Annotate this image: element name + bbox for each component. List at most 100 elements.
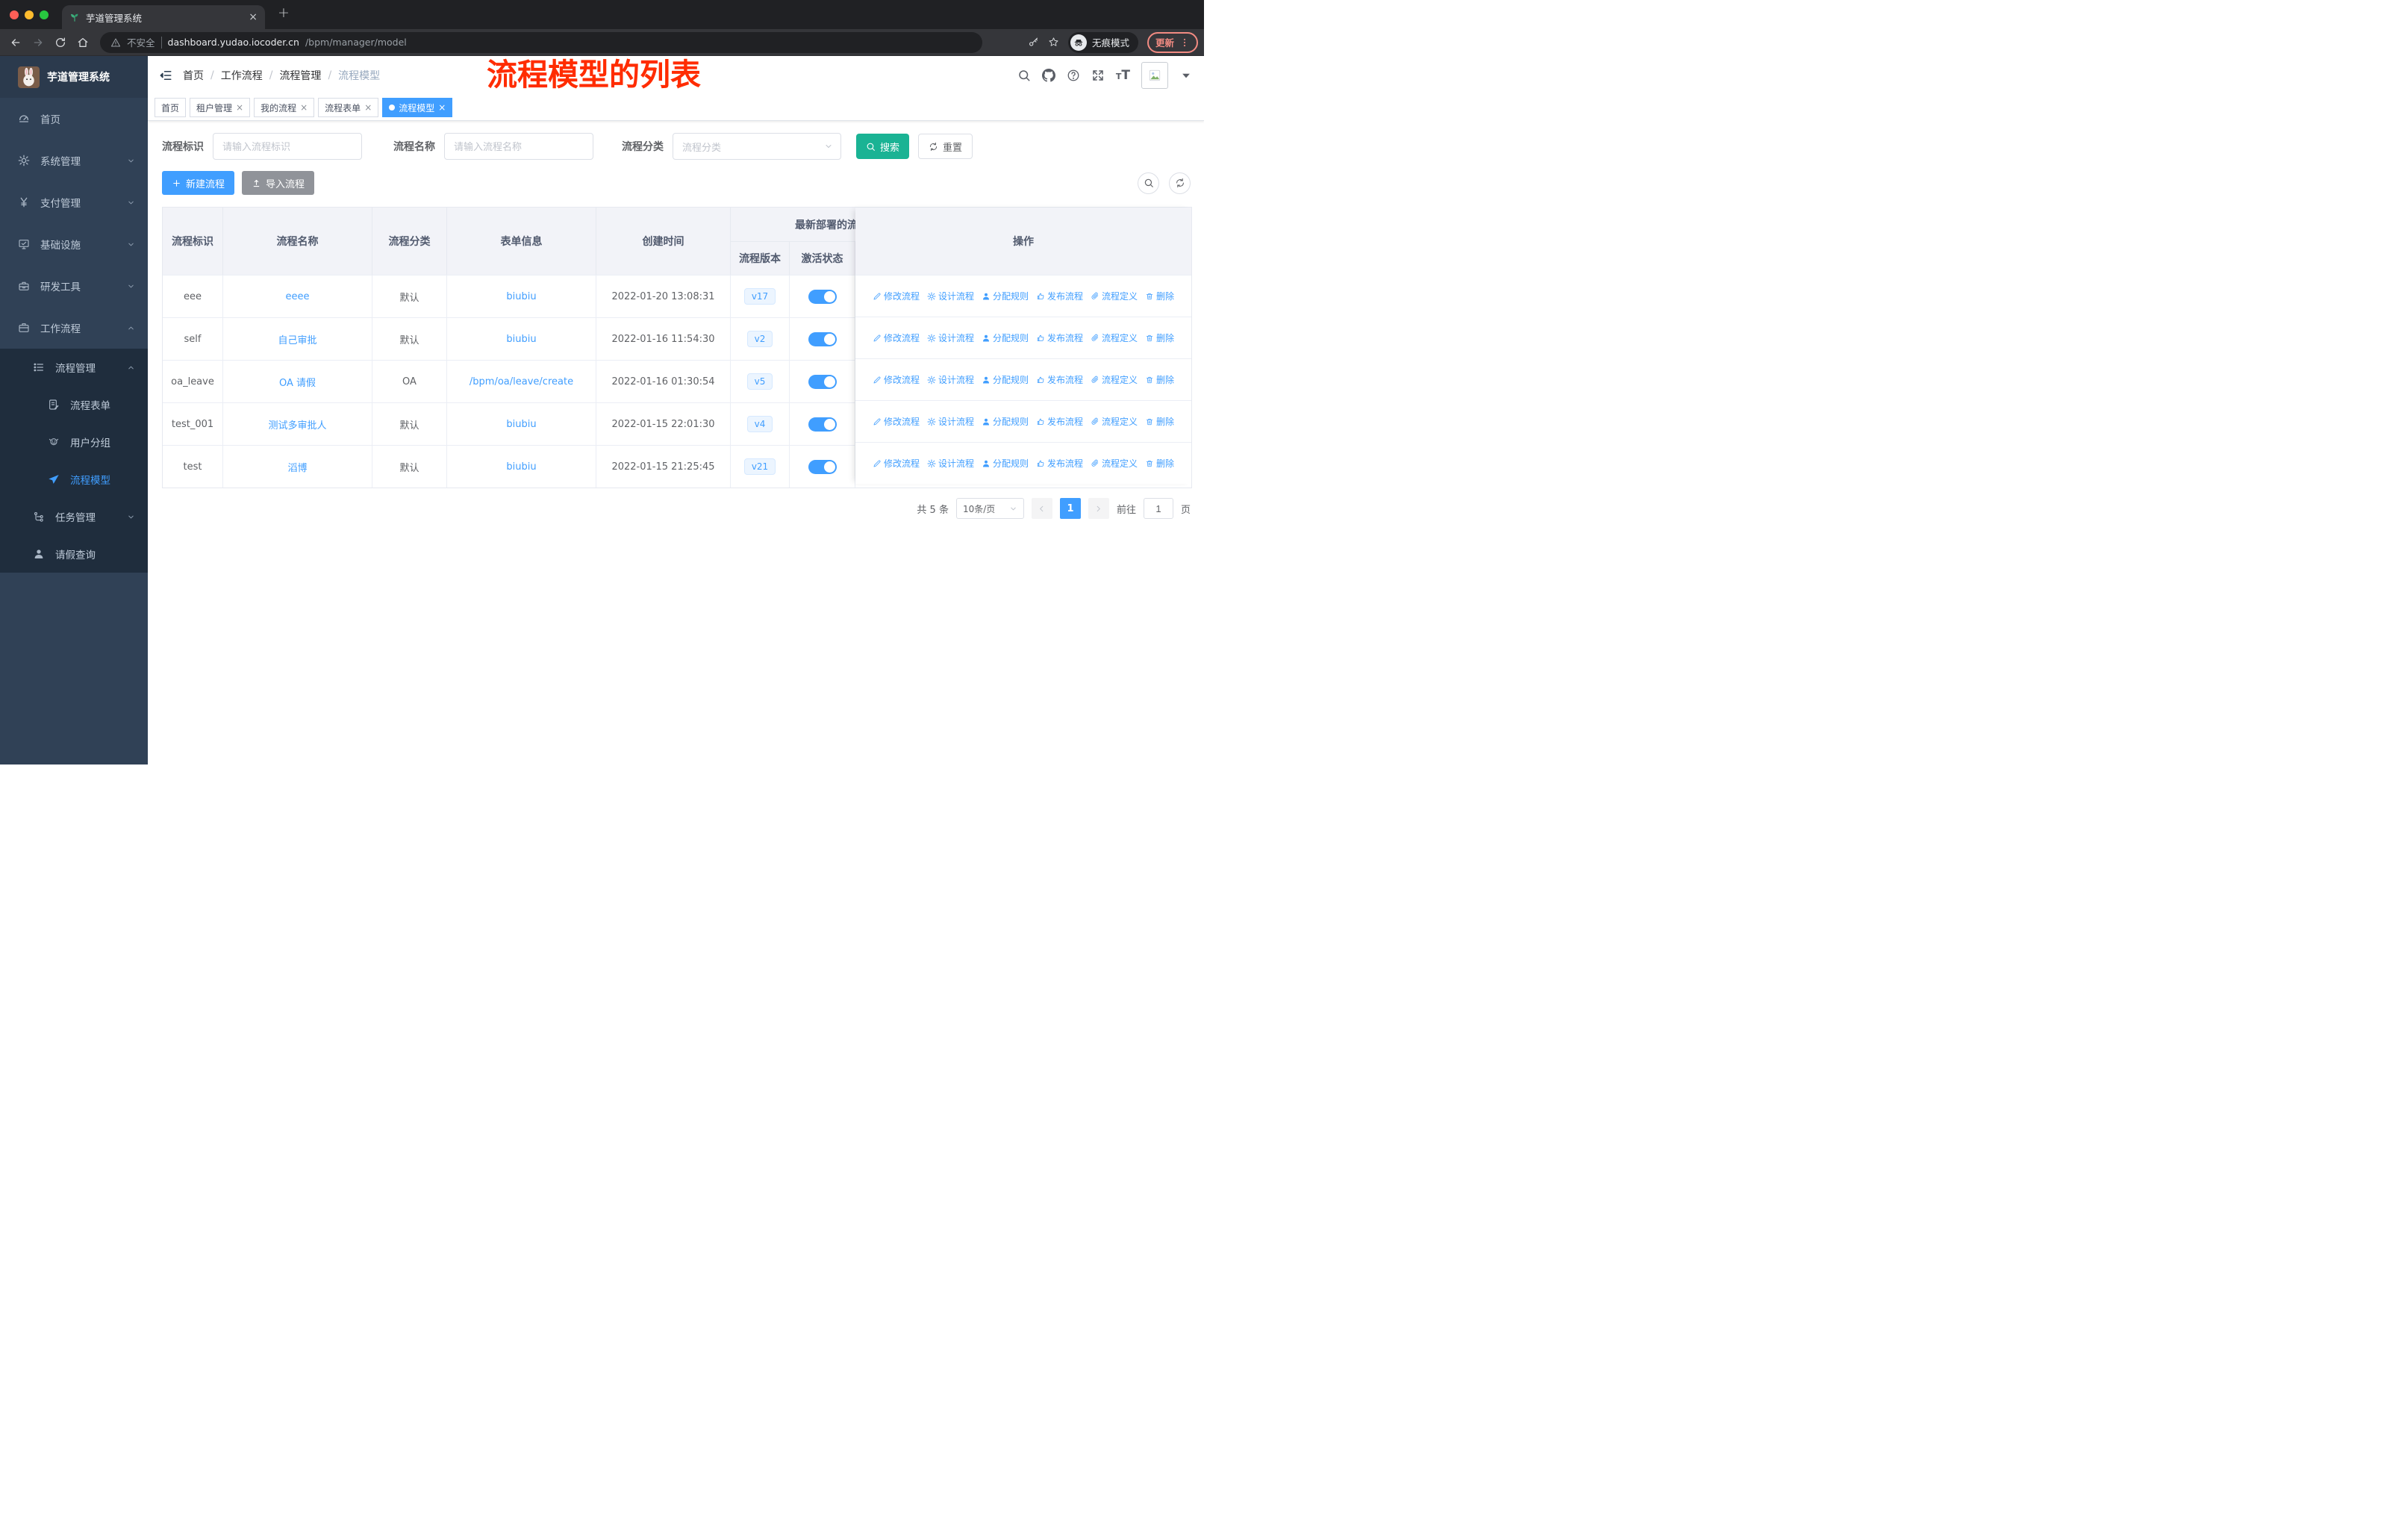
tag-close-icon[interactable]: ×	[438, 103, 446, 112]
row-action-design[interactable]: 设计流程	[927, 373, 974, 386]
process-name-link[interactable]: 自己审批	[278, 332, 316, 346]
row-action-design[interactable]: 设计流程	[927, 290, 974, 302]
refresh-table-button[interactable]	[1169, 172, 1191, 194]
row-action-definition[interactable]: 流程定义	[1091, 373, 1138, 386]
next-page-button[interactable]	[1088, 498, 1109, 519]
row-action-assign[interactable]: 分配规则	[982, 331, 1029, 344]
form-link[interactable]: biubiu	[506, 461, 536, 473]
back-icon[interactable]	[6, 33, 25, 52]
tag-home[interactable]: 首页	[155, 98, 187, 117]
form-link[interactable]: biubiu	[506, 291, 536, 302]
address-bar[interactable]: 不安全 dashboard.yudao.iocoder.cn/bpm/manag…	[100, 31, 982, 53]
tag-my-process[interactable]: 我的流程 ×	[254, 98, 315, 117]
goto-page-input[interactable]	[1143, 498, 1173, 519]
row-action-deploy[interactable]: 发布流程	[1036, 415, 1083, 428]
form-link[interactable]: biubiu	[506, 334, 536, 345]
tag-close-icon[interactable]: ×	[300, 103, 308, 112]
row-action-assign[interactable]: 分配规则	[982, 415, 1029, 428]
tag-close-icon[interactable]: ×	[236, 103, 243, 112]
row-action-delete[interactable]: 删除	[1145, 415, 1174, 428]
row-action-deploy[interactable]: 发布流程	[1036, 373, 1083, 386]
process-name-link[interactable]: eeee	[286, 291, 310, 302]
row-action-definition[interactable]: 流程定义	[1091, 331, 1138, 344]
row-action-definition[interactable]: 流程定义	[1091, 415, 1138, 428]
sidebar-item-home[interactable]: 首页	[0, 98, 148, 140]
row-action-assign[interactable]: 分配规则	[982, 290, 1029, 302]
chrome-update-button[interactable]: 更新	[1147, 31, 1198, 53]
row-action-delete[interactable]: 删除	[1145, 457, 1174, 470]
reset-button[interactable]: 重置	[918, 134, 973, 159]
form-link[interactable]: biubiu	[506, 419, 536, 430]
row-action-delete[interactable]: 删除	[1145, 373, 1174, 386]
github-icon[interactable]	[1041, 69, 1055, 82]
row-action-definition[interactable]: 流程定义	[1091, 457, 1138, 470]
browser-tab[interactable]: 芋道管理系统 ×	[62, 5, 265, 29]
font-size-icon[interactable]: TT	[1116, 68, 1130, 83]
home-icon[interactable]	[73, 33, 93, 52]
sidebar-item-leave-query[interactable]: 请假查询	[0, 535, 148, 573]
reload-icon[interactable]	[51, 33, 70, 52]
row-action-deploy[interactable]: 发布流程	[1036, 290, 1083, 302]
sidebar-item-process-model[interactable]: 流程模型	[0, 461, 148, 498]
active-toggle[interactable]	[808, 331, 837, 346]
process-key-input[interactable]	[213, 133, 362, 160]
sidebar-item-workflow[interactable]: 工作流程	[0, 307, 148, 349]
sidebar-item-user-group[interactable]: 用户分组	[0, 423, 148, 461]
row-action-modify[interactable]: 修改流程	[873, 331, 920, 344]
breadcrumb-item[interactable]: 流程管理	[279, 68, 321, 83]
row-action-delete[interactable]: 删除	[1145, 290, 1174, 302]
avatar[interactable]	[1141, 62, 1168, 89]
active-toggle[interactable]	[808, 289, 837, 304]
active-toggle[interactable]	[808, 459, 837, 474]
process-name-link[interactable]: OA 请假	[279, 375, 316, 389]
active-toggle[interactable]	[808, 417, 837, 432]
row-action-design[interactable]: 设计流程	[927, 331, 974, 344]
row-action-assign[interactable]: 分配规则	[982, 373, 1029, 386]
window-zoom-button[interactable]	[40, 10, 49, 19]
row-action-modify[interactable]: 修改流程	[873, 415, 920, 428]
row-action-deploy[interactable]: 发布流程	[1036, 457, 1083, 470]
sidebar-item-devtools[interactable]: 研发工具	[0, 265, 148, 307]
tag-process-form[interactable]: 流程表单 ×	[318, 98, 379, 117]
avatar-caret-down-icon[interactable]	[1179, 69, 1193, 82]
sidebar-collapse-icon[interactable]	[159, 69, 172, 82]
process-name-link[interactable]: 滔博	[287, 460, 307, 474]
row-action-design[interactable]: 设计流程	[927, 415, 974, 428]
row-action-modify[interactable]: 修改流程	[873, 373, 920, 386]
process-category-select[interactable]: 流程分类	[673, 133, 841, 160]
toggle-search-button[interactable]	[1138, 172, 1159, 194]
form-link[interactable]: /bpm/oa/leave/create	[470, 376, 573, 387]
row-action-modify[interactable]: 修改流程	[873, 290, 920, 302]
forward-icon[interactable]	[28, 33, 48, 52]
process-name-input[interactable]	[444, 133, 593, 160]
browser-menu-icon[interactable]	[1179, 37, 1190, 48]
process-name-link[interactable]: 测试多审批人	[268, 417, 326, 432]
tab-close-icon[interactable]: ×	[249, 12, 258, 22]
row-action-definition[interactable]: 流程定义	[1091, 290, 1138, 302]
breadcrumb-item[interactable]: 首页	[183, 68, 204, 83]
tag-process-model[interactable]: 流程模型 ×	[382, 98, 453, 117]
row-action-design[interactable]: 设计流程	[927, 457, 974, 470]
tag-close-icon[interactable]: ×	[364, 103, 372, 112]
window-close-button[interactable]	[10, 10, 19, 19]
key-icon[interactable]	[1028, 37, 1039, 48]
tag-tenant-mgmt[interactable]: 租户管理 ×	[190, 98, 251, 117]
active-toggle[interactable]	[808, 374, 837, 389]
import-process-button[interactable]: 导入流程	[242, 171, 315, 195]
breadcrumb-item[interactable]: 工作流程	[221, 68, 263, 83]
sidebar-item-process-form[interactable]: 流程表单	[0, 386, 148, 423]
header-search-icon[interactable]	[1017, 69, 1031, 82]
row-action-modify[interactable]: 修改流程	[873, 457, 920, 470]
sidebar-item-infra[interactable]: 基础设施	[0, 223, 148, 265]
sidebar-item-process-mgmt[interactable]: 流程管理	[0, 349, 148, 386]
window-minimize-button[interactable]	[25, 10, 34, 19]
help-icon[interactable]	[1067, 69, 1080, 82]
sidebar-item-payment[interactable]: 支付管理	[0, 181, 148, 223]
prev-page-button[interactable]	[1031, 498, 1052, 519]
bookmark-star-icon[interactable]	[1048, 37, 1059, 48]
sidebar-item-system[interactable]: 系统管理	[0, 140, 148, 181]
search-button[interactable]: 搜索	[856, 134, 910, 159]
page-size-select[interactable]: 10条/页	[955, 498, 1024, 519]
new-tab-button[interactable]: +	[278, 4, 290, 21]
current-page-button[interactable]: 1	[1059, 498, 1081, 519]
